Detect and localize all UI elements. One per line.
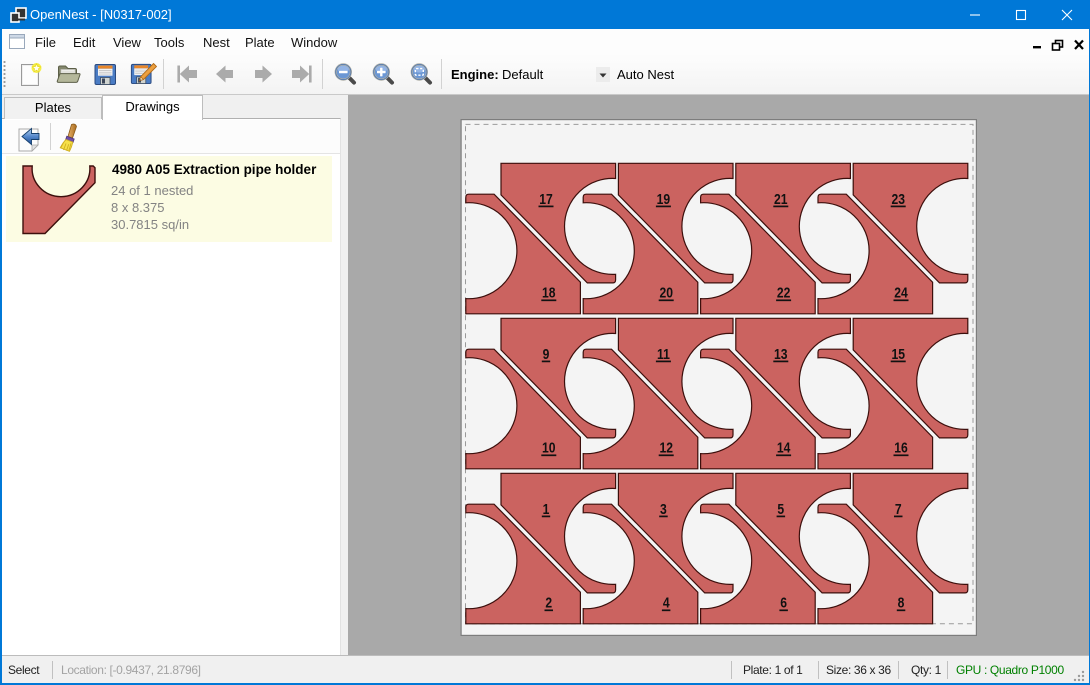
svg-text:24: 24 xyxy=(894,285,908,301)
svg-text:9: 9 xyxy=(543,346,550,362)
svg-text:16: 16 xyxy=(894,440,908,456)
svg-text:22: 22 xyxy=(777,285,791,301)
svg-text:14: 14 xyxy=(777,440,791,456)
svg-text:15: 15 xyxy=(891,346,905,362)
svg-text:8: 8 xyxy=(898,595,905,611)
svg-text:20: 20 xyxy=(659,285,673,301)
svg-text:11: 11 xyxy=(657,346,670,362)
svg-text:1: 1 xyxy=(543,501,550,517)
svg-text:4: 4 xyxy=(663,595,670,611)
svg-text:3: 3 xyxy=(660,501,667,517)
svg-text:10: 10 xyxy=(542,440,556,456)
svg-text:2: 2 xyxy=(545,595,552,611)
svg-text:13: 13 xyxy=(774,346,788,362)
svg-text:5: 5 xyxy=(777,501,784,517)
svg-text:19: 19 xyxy=(657,191,671,207)
svg-text:18: 18 xyxy=(542,285,556,301)
svg-text:17: 17 xyxy=(539,191,553,207)
svg-text:7: 7 xyxy=(895,501,902,517)
svg-text:21: 21 xyxy=(774,191,788,207)
svg-text:12: 12 xyxy=(659,440,673,456)
svg-text:6: 6 xyxy=(780,595,787,611)
svg-text:23: 23 xyxy=(891,191,905,207)
